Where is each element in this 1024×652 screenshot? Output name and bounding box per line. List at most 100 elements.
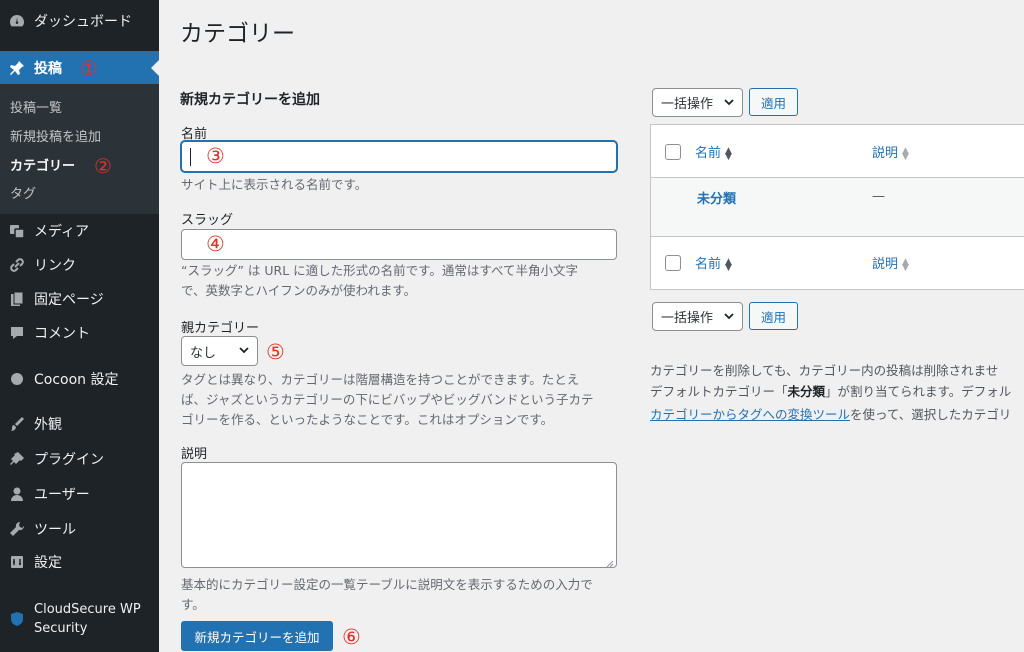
parent-select[interactable]: なし xyxy=(181,336,258,366)
chevron-down-icon xyxy=(238,343,250,360)
menu-media[interactable]: メディア xyxy=(0,214,159,248)
pin-icon xyxy=(6,58,28,78)
sort-icon: ▲ ▼ xyxy=(725,256,732,273)
select-all-checkbox-footer[interactable] xyxy=(665,255,681,271)
menu-pages-label: 固定ページ xyxy=(34,292,104,308)
slug-label: スラッグ xyxy=(181,213,234,228)
column-desc-footer[interactable]: 説明 ▲ ▼ xyxy=(872,253,909,272)
delete-note-line2: デフォルトカテゴリー「未分類」が割り当てられます。デフォル xyxy=(650,381,1011,400)
submenu-tags[interactable]: タグ xyxy=(10,183,36,202)
resize-grip-icon[interactable] xyxy=(606,557,614,568)
table-header: 名前 ▲ ▼ 説明 ▲ ▼ xyxy=(651,125,1024,178)
column-name-label: 名前 xyxy=(695,146,722,161)
apply-button-bottom[interactable]: 適用 xyxy=(749,302,798,330)
shield-icon xyxy=(6,609,28,629)
chevron-down-icon xyxy=(723,95,735,112)
slug-description: “スラッグ” は URL に適した形式の名前です。通常はすべて半角小文字 で、英… xyxy=(181,261,621,301)
description-label: 説明 xyxy=(181,447,208,462)
category-desc: — xyxy=(872,189,885,204)
column-desc-footer-label: 説明 xyxy=(872,257,899,272)
chevron-down-icon xyxy=(723,309,735,326)
menu-appearance[interactable]: 外観 xyxy=(0,407,159,441)
marker-4: ④ xyxy=(206,232,225,256)
column-desc-header[interactable]: 説明 ▲ ▼ xyxy=(872,142,909,161)
link-icon xyxy=(6,255,28,275)
parent-selected-value: なし xyxy=(190,345,217,361)
name-label: 名前 xyxy=(181,127,208,142)
menu-pages[interactable]: 固定ページ xyxy=(0,282,159,316)
menu-media-label: メディア xyxy=(34,224,90,240)
description-textarea[interactable] xyxy=(181,462,617,568)
name-input[interactable] xyxy=(181,141,617,172)
comment-icon xyxy=(6,323,28,343)
bulk-action-select-bottom[interactable]: 一括操作 xyxy=(652,302,743,331)
slug-desc-line2: で、英数字とハイフンのみが使われます。 xyxy=(181,283,417,298)
column-name-header[interactable]: 名前 ▲ ▼ xyxy=(695,142,732,161)
submenu-categories[interactable]: カテゴリー xyxy=(10,155,75,174)
menu-comments-label: コメント xyxy=(34,326,90,342)
table-footer: 名前 ▲ ▼ 説明 ▲ ▼ xyxy=(651,237,1024,290)
submenu-add-post[interactable]: 新規投稿を追加 xyxy=(10,126,101,145)
menu-settings[interactable]: 設定 xyxy=(0,545,159,579)
menu-cocoon[interactable]: Cocoon 設定 xyxy=(0,362,159,396)
menu-settings-label: 設定 xyxy=(34,555,62,571)
apply-button-top[interactable]: 適用 xyxy=(749,88,798,116)
add-category-button[interactable]: 新規カテゴリーを追加 xyxy=(181,621,333,651)
menu-cloudsecure-label: CloudSecure WP Security xyxy=(34,602,141,636)
bulk-action-label-bottom: 一括操作 xyxy=(661,311,714,326)
description-help-line1: 基本的にカテゴリー設定の一覧テーブルに説明文を表示するための入力で xyxy=(181,577,593,592)
settings-icon xyxy=(6,552,28,572)
converter-note-post: を使って、選択したカテゴリ xyxy=(850,407,1012,422)
sort-icon: ▲ ▼ xyxy=(902,145,909,162)
sort-icon: ▲ ▼ xyxy=(902,256,909,273)
marker-1: ① xyxy=(80,56,98,80)
parent-label: 親カテゴリー xyxy=(181,321,260,336)
bulk-action-label-top: 一括操作 xyxy=(661,97,714,112)
column-name-footer[interactable]: 名前 ▲ ▼ xyxy=(695,253,732,272)
user-icon xyxy=(6,484,28,504)
cocoon-icon xyxy=(6,369,28,389)
appearance-icon xyxy=(6,414,28,434)
table-row: 未分類 — xyxy=(651,178,1024,237)
menu-appearance-label: 外観 xyxy=(34,417,62,433)
bulk-action-select-top[interactable]: 一括操作 xyxy=(652,88,743,117)
menu-tools-label: ツール xyxy=(34,522,76,538)
select-all-checkbox[interactable] xyxy=(665,144,681,160)
menu-dashboard-label: ダッシュボード xyxy=(34,14,132,30)
tools-icon xyxy=(6,519,28,539)
column-desc-label: 説明 xyxy=(872,146,899,161)
menu-posts-label: 投稿 xyxy=(34,61,62,77)
media-icon xyxy=(6,221,28,241)
slug-input[interactable] xyxy=(181,229,617,260)
menu-cloudsecure[interactable]: CloudSecure WP Security xyxy=(0,597,159,641)
menu-comments[interactable]: コメント xyxy=(0,316,159,350)
menu-plugins-label: プラグイン xyxy=(34,452,104,468)
parent-description: タグとは異なり、カテゴリーは階層構造を持つことができます。たとえ ば、ジャズとい… xyxy=(181,370,621,430)
slug-desc-line1: “スラッグ” は URL に適した形式の名前です。通常はすべて半角小文字 xyxy=(181,263,579,278)
note-line2-pre: デフォルトカテゴリー「 xyxy=(650,384,788,399)
menu-links[interactable]: リンク xyxy=(0,248,159,282)
parent-desc-line2: ば、ジャズというカテゴリーの下にビバップやビッグバンドという子カテ xyxy=(181,392,594,407)
menu-users[interactable]: ユーザー xyxy=(0,477,159,511)
menu-posts[interactable]: 投稿 ① xyxy=(0,51,159,85)
category-table: 名前 ▲ ▼ 説明 ▲ ▼ 未分類 — 名前 ▲ ▼ 説明 ▲ ▼ xyxy=(650,124,1024,290)
description-help-line2: す。 xyxy=(181,597,205,612)
column-name-footer-label: 名前 xyxy=(695,257,722,272)
posts-submenu: 投稿一覧 新規投稿を追加 カテゴリー ② タグ xyxy=(0,84,159,214)
plugin-icon xyxy=(6,449,28,469)
menu-dashboard[interactable]: ダッシュボード xyxy=(0,4,159,38)
marker-6: ⑥ xyxy=(342,625,361,649)
delete-note-line1: カテゴリーを削除しても、カテゴリー内の投稿は削除されませ xyxy=(650,363,999,378)
admin-sidebar: ダッシュボード 投稿 ① 投稿一覧 新規投稿を追加 カテゴリー ② タグ メディ… xyxy=(0,0,159,652)
submenu-all-posts[interactable]: 投稿一覧 xyxy=(10,97,62,116)
parent-desc-line1: タグとは異なり、カテゴリーは階層構造を持つことができます。たとえ xyxy=(181,372,580,387)
converter-note: カテゴリーからタグへの変換ツールを使って、選択したカテゴリ xyxy=(650,404,1011,423)
note-line2-bold: 未分類 xyxy=(787,384,826,399)
menu-links-label: リンク xyxy=(34,258,76,274)
description-help: 基本的にカテゴリー設定の一覧テーブルに説明文を表示するための入力で す。 xyxy=(181,575,621,615)
page-title: カテゴリー xyxy=(180,21,295,47)
menu-plugins[interactable]: プラグイン xyxy=(0,442,159,476)
category-name-link[interactable]: 未分類 xyxy=(697,188,736,207)
menu-tools[interactable]: ツール xyxy=(0,512,159,546)
converter-link[interactable]: カテゴリーからタグへの変換ツール xyxy=(650,407,850,422)
